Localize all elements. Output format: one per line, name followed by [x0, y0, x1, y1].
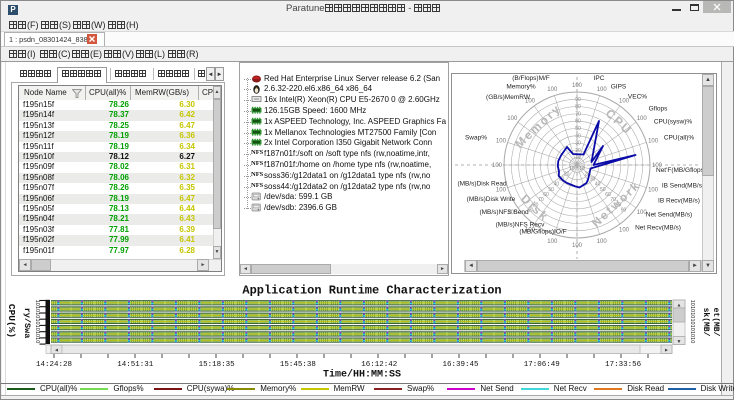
- svg-text:10: 10: [689, 318, 695, 324]
- svg-text:10: 10: [34, 331, 40, 337]
- svg-text:GIPS: GIPS: [611, 84, 627, 91]
- svg-text:Time/HH:MM:SS: Time/HH:MM:SS: [323, 369, 401, 381]
- svg-text:(MB/s)Disk Write: (MB/s)Disk Write: [467, 196, 516, 203]
- svg-text:10: 10: [34, 325, 40, 331]
- svg-text:CPU(all)%: CPU(all)%: [664, 135, 695, 142]
- svg-text:ry/Swa: ry/Swa: [22, 308, 32, 339]
- svg-text:100: 100: [648, 188, 659, 194]
- svg-text:(MB/s)NFS Send: (MB/s)NFS Send: [479, 209, 529, 216]
- svg-text:80: 80: [575, 104, 581, 110]
- svg-text:100: 100: [637, 116, 648, 122]
- svg-text:40: 40: [554, 182, 560, 188]
- svg-text:10: 10: [689, 312, 695, 318]
- svg-text:100: 100: [648, 138, 659, 144]
- svg-text:10: 10: [575, 155, 581, 161]
- svg-text:(MB/s)NFS Recv: (MB/s)NFS Recv: [496, 222, 546, 229]
- svg-text:IB Send(MB/s): IB Send(MB/s): [662, 183, 704, 190]
- svg-text:(B/Flops)M/F: (B/Flops)M/F: [512, 75, 550, 82]
- svg-text:Application Runtime Characteri: Application Runtime Characterization: [242, 284, 501, 298]
- svg-text:16:12:42: 16:12:42: [361, 361, 397, 369]
- svg-text:10: 10: [34, 337, 40, 343]
- svg-text:100: 100: [496, 138, 507, 144]
- svg-text:100: 100: [572, 83, 583, 89]
- svg-text:60: 60: [575, 119, 581, 125]
- svg-text:◄: ◄: [54, 348, 59, 354]
- svg-text:17:06:49: 17:06:49: [524, 361, 560, 369]
- svg-text:et(MB/: et(MB/: [711, 308, 720, 337]
- svg-text:CPU(%): CPU(%): [6, 304, 17, 338]
- svg-text:70: 70: [575, 111, 581, 117]
- svg-text:CPU(sysw)%: CPU(sysw)%: [654, 119, 692, 126]
- svg-text:100: 100: [597, 239, 608, 245]
- svg-text:50: 50: [575, 126, 581, 132]
- svg-text:20: 20: [575, 148, 581, 154]
- svg-text:100: 100: [492, 163, 503, 169]
- svg-text:50: 50: [548, 187, 554, 193]
- svg-text:IPC: IPC: [594, 75, 605, 82]
- svg-text:Gflops: Gflops: [649, 106, 669, 113]
- svg-text:90: 90: [621, 208, 627, 214]
- svg-text:15:45:38: 15:45:38: [280, 361, 316, 369]
- svg-text:100: 100: [547, 87, 558, 93]
- svg-text:30: 30: [575, 141, 581, 147]
- svg-text:10: 10: [689, 300, 695, 306]
- svg-text:100: 100: [572, 243, 583, 249]
- svg-text:10: 10: [34, 312, 40, 318]
- svg-text:10: 10: [689, 331, 695, 337]
- svg-text:10: 10: [34, 306, 40, 312]
- svg-text:14:24:28: 14:24:28: [36, 361, 72, 369]
- svg-text:100: 100: [496, 188, 507, 194]
- svg-text:Net Recv(MB/s): Net Recv(MB/s): [635, 225, 681, 232]
- svg-text:10: 10: [34, 300, 40, 306]
- svg-text:10: 10: [569, 166, 575, 172]
- svg-text:10: 10: [689, 337, 695, 343]
- svg-text:10: 10: [689, 325, 695, 331]
- svg-text:20: 20: [564, 171, 570, 177]
- svg-text:(MB/Gflops)IO/F: (MB/Gflops)IO/F: [519, 229, 566, 236]
- svg-text:▼: ▼: [677, 339, 682, 345]
- svg-text:VEC%: VEC%: [628, 94, 647, 101]
- svg-text:16:39:45: 16:39:45: [442, 361, 479, 369]
- svg-text:15:18:35: 15:18:35: [199, 361, 236, 369]
- svg-text:14:51:31: 14:51:31: [117, 361, 154, 369]
- svg-text:(GB/s)MemRW: (GB/s)MemRW: [486, 94, 531, 101]
- svg-text:100: 100: [507, 116, 518, 122]
- svg-text:Net Send(MB/s): Net Send(MB/s): [646, 212, 692, 219]
- svg-text:►: ►: [664, 348, 669, 354]
- svg-text:Memory%: Memory%: [506, 84, 535, 91]
- svg-text:100: 100: [597, 87, 608, 93]
- svg-text:10: 10: [34, 318, 40, 324]
- svg-text:(MB/s)Disk Read: (MB/s)Disk Read: [457, 181, 507, 188]
- svg-text:IB Recv(MB/s): IB Recv(MB/s): [658, 198, 700, 205]
- svg-text:90: 90: [575, 97, 581, 103]
- svg-text:Net'F(MB/Gflops): Net'F(MB/Gflops): [656, 167, 706, 174]
- svg-text:60: 60: [543, 192, 549, 198]
- svg-text:100: 100: [547, 239, 558, 245]
- svg-text:17:33:56: 17:33:56: [605, 361, 642, 369]
- svg-text:10: 10: [689, 306, 695, 312]
- svg-text:Swap%: Swap%: [465, 135, 487, 142]
- svg-text:40: 40: [575, 133, 581, 139]
- svg-text:sk(MB/: sk(MB/: [701, 308, 710, 337]
- svg-text:100: 100: [619, 228, 630, 234]
